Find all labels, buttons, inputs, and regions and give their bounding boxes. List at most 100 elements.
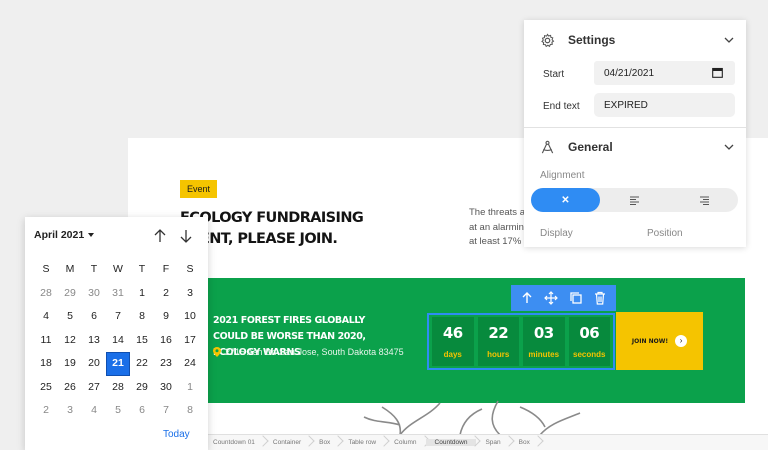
calendar-day[interactable]: 17: [178, 329, 202, 353]
end-text-input[interactable]: EXPIRED: [594, 93, 735, 117]
calendar-day[interactable]: 6: [130, 399, 154, 423]
calendar-day[interactable]: 1: [178, 376, 202, 400]
calendar-day[interactable]: 2: [154, 282, 178, 306]
calendar-day[interactable]: 5: [58, 305, 82, 329]
calendar-day[interactable]: 29: [130, 376, 154, 400]
weekday-header: M: [65, 263, 75, 275]
alignment-toggle-group: ✕: [531, 188, 738, 212]
calendar-day[interactable]: 29: [58, 282, 82, 306]
join-now-button[interactable]: JOIN NOW! ›: [616, 312, 703, 370]
end-text-value: EXPIRED: [604, 99, 648, 111]
breadcrumb-item[interactable]: Box: [510, 439, 539, 446]
calendar-icon[interactable]: [712, 67, 723, 78]
delete-icon[interactable]: [593, 291, 607, 305]
arrow-up-icon[interactable]: [152, 228, 168, 244]
weekday-header: S: [42, 263, 50, 275]
countdown-widget[interactable]: 46 days 22 hours 03 minutes 06 seconds: [427, 313, 615, 370]
alignment-left-button[interactable]: [600, 188, 669, 212]
settings-section-header[interactable]: Settings: [524, 20, 746, 60]
countdown-minutes-value: 03: [533, 324, 554, 342]
countdown-days: 46 days: [432, 317, 474, 366]
close-icon: ✕: [561, 194, 570, 206]
settings-panel: Settings Start 04/21/2021 End text EXPIR…: [524, 20, 746, 247]
event-description: The threats ar at an alarming at least 1…: [469, 206, 529, 250]
breadcrumb-item[interactable]: Column: [385, 439, 425, 446]
calendar-day-selected[interactable]: 21: [106, 352, 130, 376]
calendar-day[interactable]: 12: [58, 329, 82, 353]
align-right-icon: [699, 196, 709, 205]
calendar-day[interactable]: 23: [154, 352, 178, 376]
calendar-day[interactable]: 11: [34, 329, 58, 353]
countdown-hours-label: hours: [487, 350, 510, 359]
month-selector[interactable]: April 2021: [34, 229, 95, 241]
start-label: Start: [543, 69, 565, 80]
arrow-down-icon[interactable]: [178, 228, 194, 244]
calendar-day[interactable]: 15: [130, 329, 154, 353]
calendar-day[interactable]: 6: [82, 305, 106, 329]
countdown-seconds: 06 seconds: [568, 317, 610, 366]
position-label: Position: [647, 228, 683, 239]
start-date-input[interactable]: 04/21/2021: [594, 61, 735, 85]
calendar-day[interactable]: 9: [154, 305, 178, 329]
calendar-day[interactable]: 4: [82, 399, 106, 423]
calendar-day[interactable]: 14: [106, 329, 130, 353]
calendar-day[interactable]: 8: [130, 305, 154, 329]
countdown-minutes: 03 minutes: [523, 317, 565, 366]
calendar-day[interactable]: 28: [34, 282, 58, 306]
address-text: 2715 Ash Dr. San Jose, South Dakota 8347…: [225, 347, 404, 357]
calendar-day[interactable]: 10: [178, 305, 202, 329]
breadcrumb-item[interactable]: Span: [476, 439, 509, 446]
calendar-day[interactable]: 7: [154, 399, 178, 423]
calendar-day[interactable]: 18: [34, 352, 58, 376]
calendar-day[interactable]: 3: [58, 399, 82, 423]
calendar-day[interactable]: 16: [154, 329, 178, 353]
calendar-day[interactable]: 8: [178, 399, 202, 423]
countdown-days-label: days: [443, 350, 462, 359]
calendar-day[interactable]: 24: [178, 352, 202, 376]
calendar-day[interactable]: 27: [82, 376, 106, 400]
calendar-day[interactable]: 28: [106, 376, 130, 400]
calendar-day[interactable]: 13: [82, 329, 106, 353]
event-title: ECOLOGY FUNDRAISING EVENT, PLEASE JOIN.: [180, 210, 364, 247]
breadcrumb-item[interactable]: Table row: [339, 439, 385, 446]
event-address: 2715 Ash Dr. San Jose, South Dakota 8347…: [213, 347, 404, 357]
calendar-day[interactable]: 4: [34, 305, 58, 329]
countdown-days-value: 46: [442, 324, 463, 342]
breadcrumb-item-active[interactable]: Countdown: [425, 439, 477, 446]
weekday-header: T: [90, 263, 98, 275]
alignment-right-button[interactable]: [669, 188, 738, 212]
calendar-day[interactable]: 31: [106, 282, 130, 306]
breadcrumb-item[interactable]: Countdown 01: [204, 439, 264, 446]
general-title: General: [568, 140, 613, 154]
calendar-day[interactable]: 2: [34, 399, 58, 423]
compass-drafting-icon: [541, 140, 554, 153]
calendar-day[interactable]: 1: [130, 282, 154, 306]
calendar-day[interactable]: 30: [82, 282, 106, 306]
calendar-day[interactable]: 26: [58, 376, 82, 400]
start-date-value: 04/21/2021: [604, 67, 655, 79]
today-button[interactable]: Today: [163, 429, 190, 440]
calendar-day[interactable]: 19: [58, 352, 82, 376]
calendar-day[interactable]: 22: [130, 352, 154, 376]
calendar-day[interactable]: 5: [106, 399, 130, 423]
event-badge: Event: [180, 180, 218, 198]
duplicate-icon[interactable]: [569, 291, 583, 305]
calendar-day[interactable]: 20: [82, 352, 106, 376]
alignment-none-button[interactable]: ✕: [531, 188, 600, 212]
calendar-day[interactable]: 3: [178, 282, 202, 306]
general-section-header[interactable]: General: [524, 127, 746, 167]
month-label: April 2021: [34, 229, 85, 241]
calendar-day[interactable]: 7: [106, 305, 130, 329]
breadcrumb-item[interactable]: Box: [310, 439, 339, 446]
calendar-day[interactable]: 25: [34, 376, 58, 400]
arrow-right-icon: ›: [675, 335, 688, 347]
move-up-icon[interactable]: [520, 291, 534, 305]
gear-icon: [541, 32, 555, 47]
element-toolbar: [511, 285, 616, 311]
breadcrumb-item[interactable]: Container: [264, 439, 310, 446]
drag-move-icon[interactable]: [544, 291, 559, 305]
calendar-day[interactable]: 30: [154, 376, 178, 400]
chevron-down-icon: [724, 37, 734, 43]
event-description-text: The threats ar at an alarming at least 1…: [469, 207, 529, 247]
end-text-label: End text: [543, 101, 580, 112]
